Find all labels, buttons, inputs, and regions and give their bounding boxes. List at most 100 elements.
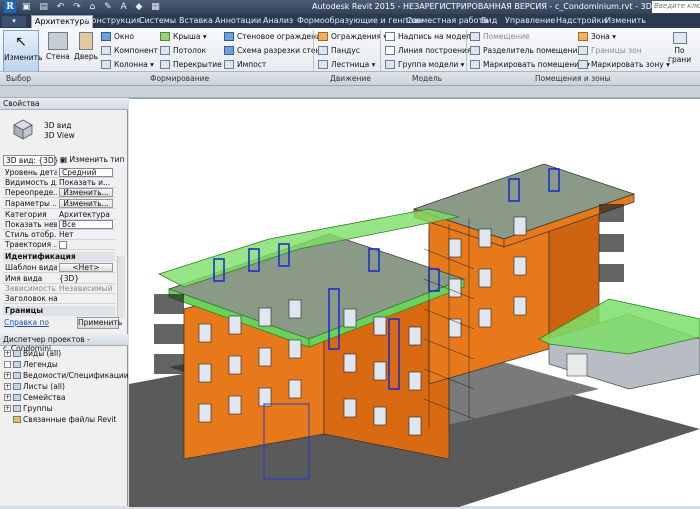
tab-structure[interactable]: Конструкция [86,16,141,25]
door-button[interactable]: Дверь [74,32,98,61]
balcony [599,204,624,222]
browser-item-groups[interactable]: + Группы [4,404,53,413]
quick-access-toolbar[interactable]: ▣ ▤ ↶ ↷ ⌂ ✎ A ◆ ▦ [22,2,163,12]
room-separator-button[interactable]: Разделитель помещений [470,46,582,55]
left-panel: Свойства 3D вид 3D View 3D вид: {3D} ▾ ▦… [0,98,129,506]
roof-icon [160,32,170,41]
tab-view[interactable]: Вид [481,16,497,25]
wall-button[interactable]: Стена [46,32,70,61]
browser-item-families[interactable]: + Семейства [4,393,66,402]
roof-button[interactable]: Крыша ▾ [160,32,207,41]
property-row: Видимость д...Показать и... [3,178,115,188]
balcony [154,354,184,374]
apply-button[interactable]: Применить [77,317,122,329]
tab-annotate[interactable]: Аннотации [215,16,261,25]
view-type-label-en: 3D View [44,131,75,140]
property-row: Заголовок на ... [3,294,115,304]
model-line-icon [385,46,395,55]
help-link[interactable]: Справка по [4,318,49,327]
3d-view-icon [13,119,33,140]
tab-insert[interactable]: Вставка [179,16,213,25]
wall-icon [47,32,68,50]
ceiling-button[interactable]: Потолок [160,46,206,55]
panel-model: Модель [412,74,443,83]
model-text-button[interactable]: Надпись на модели [385,32,476,41]
properties-scrollbar[interactable] [117,256,125,318]
section-identity[interactable]: Идентификация [3,252,115,262]
tab-architecture[interactable]: Архитектура [31,15,94,28]
section-extents[interactable]: Границы [3,306,115,316]
by-face-button[interactable]: По грани [668,32,691,64]
tab-massing-site[interactable]: Формообразующие и генплан [297,16,423,25]
model-group-button[interactable]: Группа модели ▾ [385,60,464,69]
tag-room-button[interactable]: Маркировать помещение ▾ [470,60,590,69]
browser-item-links[interactable]: Связанные файлы Revit [4,415,116,424]
garage-door [566,353,588,377]
balcony [599,264,624,282]
expand-icon[interactable]: + [4,350,11,357]
column-icon [101,60,111,69]
tab-analyze[interactable]: Анализ [263,16,293,25]
panel-build: Формирование [150,74,210,83]
search-input[interactable]: Введите клю [652,1,700,13]
model-text-icon [385,32,395,41]
modify-button[interactable]: ↖ Изменить [3,30,42,72]
edit-type-button[interactable]: ▦ Изменить тип [60,155,124,164]
area-boundary-button[interactable]: Границы зон [578,46,642,55]
door-icon [79,32,94,50]
tab-manage[interactable]: Управление [505,16,555,25]
curtain-grid-button[interactable]: Схема разрезки стены [224,46,326,55]
expand-icon[interactable]: + [4,372,11,379]
browser-item-legends[interactable]: Легенды [4,360,58,369]
curtain-system-button[interactable]: Стеновое ограждение [224,32,326,41]
railing-button[interactable]: Ограждения ▾ [318,32,387,41]
3d-viewport[interactable] [129,98,700,507]
tab-systems[interactable]: Системы [139,16,176,25]
tab-modify[interactable]: Изменить [605,16,646,25]
app-menu-button[interactable]: ▾ [2,16,26,27]
floor-icon [160,60,170,69]
tab-collaborate[interactable]: Совместная работа [406,16,488,25]
ramp-button[interactable]: Пандус [318,46,360,55]
window-title: Autodesk Revit 2015 - НЕЗАРЕГИСТРИРОВАНН… [312,2,697,11]
ribbon-tabs: ▾ Архитектура Конструкция Системы Вставк… [0,14,700,28]
template-button[interactable]: <Нет> [59,263,113,272]
panel-circulation: Движение [330,74,371,83]
view-type-label: 3D вид [44,121,72,130]
properties-header: Свойства [0,98,128,110]
column-button[interactable]: Колонна ▾ [101,60,154,69]
expand-icon[interactable]: + [4,383,11,390]
edit-button[interactable]: Изменить... [59,188,113,197]
room-separator-icon [470,46,480,55]
expand-icon[interactable]: + [4,405,11,412]
browser-item-schedules[interactable]: + Ведомости/Спецификации [4,371,129,380]
ribbon-panel-bar: Выбор Формирование Движение Модель Помещ… [0,71,700,85]
project-browser-header: Диспетчер проектов - c_Condomini... [0,334,128,353]
edit-button[interactable]: Изменить... [59,199,113,208]
panel-select[interactable]: Выбор [6,74,31,83]
expand-icon[interactable]: + [4,394,11,401]
browser-item-sheets[interactable]: + Листы (all) [4,382,65,391]
tag-area-button[interactable]: Маркировать зону ▾ [578,60,670,69]
model-line-button[interactable]: Линия построения [385,46,471,55]
expand-icon[interactable] [4,361,11,368]
component-button[interactable]: Компонент ▾ [101,46,164,55]
window-button[interactable]: Окно [101,32,134,41]
floor-button[interactable]: Перекрытие ▾ [160,60,228,69]
panel-room-area: Помещения и зоны [535,74,611,83]
railing-icon [318,32,328,41]
stair-button[interactable]: Лестница ▾ [318,60,375,69]
model-group-icon [385,60,395,69]
balcony [154,324,184,344]
property-row: Стиль отобр... Нет [3,230,115,240]
view-type-selector[interactable]: 3D вид: {3D} ▾ [3,155,65,166]
browser-item-views[interactable]: + Виды (all) [4,349,61,358]
revit-logo[interactable]: R [4,1,16,13]
area-button[interactable]: Зона ▾ [578,32,616,41]
room-button[interactable]: Помещение [470,32,530,41]
property-row: Уровень дета...Средний [3,168,115,178]
mullion-icon [224,60,234,69]
mullion-button[interactable]: Импост [224,60,266,69]
checkbox[interactable] [59,241,67,249]
tab-addins[interactable]: Надстройки [556,16,607,25]
